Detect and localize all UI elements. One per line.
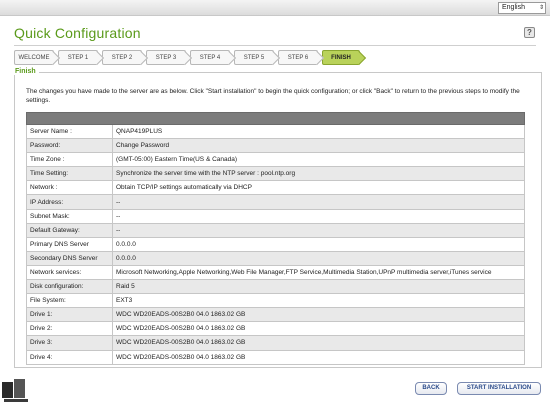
step-label: STEP 1	[67, 55, 89, 61]
back-button[interactable]: BACK	[415, 382, 447, 395]
table-row: Drive 1: WDC WD20EADS-00S2B0 04.0 1863.02…	[26, 307, 525, 323]
row-value: WDC WD20EADS-00S2B0 04.0 1863.02 GB	[112, 349, 525, 365]
row-label: Disk configuration:	[26, 279, 113, 295]
step-step-5[interactable]: STEP 5	[234, 50, 274, 65]
summary-table: Server Name : QNAP419PLUS Password: Change …	[26, 112, 525, 365]
step-step-6[interactable]: STEP 6	[278, 50, 318, 65]
row-label: Drive 2:	[26, 321, 113, 337]
row-value: QNAP419PLUS	[112, 123, 525, 140]
row-value: WDC WD20EADS-00S2B0 04.0 1863.02 GB	[112, 307, 525, 323]
row-label: Primary DNS Server	[26, 236, 113, 252]
row-label: Password:	[26, 138, 113, 154]
language-value: English	[502, 4, 525, 11]
intro-text: The changes you have made to the server …	[26, 88, 520, 104]
step-label: STEP 2	[111, 55, 133, 61]
table-row: Subnet Mask: --	[26, 208, 525, 224]
row-value: Microsoft Networking,Apple Networking,We…	[112, 264, 525, 281]
step-label: STEP 6	[287, 55, 309, 61]
row-label: Drive 4:	[26, 349, 113, 365]
row-value: WDC WD20EADS-00S2B0 04.0 1863.02 GB	[112, 335, 525, 351]
row-label: Time Zone :	[26, 152, 113, 168]
row-label: Drive 3:	[26, 335, 113, 351]
row-value: (GMT-05:00) Eastern Time(US & Canada)	[112, 152, 525, 168]
step-step-3[interactable]: STEP 3	[146, 50, 186, 65]
start-installation-button[interactable]: START INSTALLATION	[457, 382, 541, 395]
step-step-2[interactable]: STEP 2	[102, 50, 142, 65]
language-select[interactable]: English ⇕	[498, 2, 546, 14]
row-value: Synchronize the server time with the NTP…	[112, 166, 525, 182]
site-logo-icon	[2, 379, 28, 402]
help-icon[interactable]: ?	[524, 27, 535, 38]
table-row: Default Gateway: --	[26, 222, 525, 238]
row-label: IP Address:	[26, 194, 113, 210]
row-value: 0.0.0.0	[112, 250, 525, 266]
step-label: WELCOME	[18, 55, 50, 61]
table-row: File System: EXT3	[26, 293, 525, 309]
row-value: Change Password	[112, 138, 525, 154]
row-value: EXT3	[112, 293, 525, 309]
table-row: Secondary DNS Server 0.0.0.0	[26, 250, 525, 266]
divider	[14, 45, 536, 46]
row-label: Time Setting:	[26, 166, 113, 182]
step-welcome[interactable]: WELCOME	[14, 50, 54, 65]
step-label: STEP 3	[155, 55, 177, 61]
row-label: Network services:	[26, 264, 113, 281]
row-value: 0.0.0.0	[112, 236, 525, 252]
row-label: Server Name :	[26, 123, 113, 140]
table-row: Network : Obtain TCP/IP settings automati…	[26, 180, 525, 196]
step-step-4[interactable]: STEP 4	[190, 50, 230, 65]
table-row: Network services: Microsoft Networking,Ap…	[26, 264, 525, 281]
row-value: --	[112, 194, 525, 210]
row-value: WDC WD20EADS-00S2B0 04.0 1863.02 GB	[112, 321, 525, 337]
row-label: Default Gateway:	[26, 222, 113, 238]
row-label: Subnet Mask:	[26, 208, 113, 224]
row-value: Obtain TCP/IP settings automatically via…	[112, 180, 525, 196]
table-row: Time Setting: Synchronize the server time…	[26, 166, 525, 182]
step-step-1[interactable]: STEP 1	[58, 50, 98, 65]
row-value: --	[112, 208, 525, 224]
table-row: Drive 3: WDC WD20EADS-00S2B0 04.0 1863.02…	[26, 335, 525, 351]
row-value: Raid 5	[112, 279, 525, 295]
row-label: File System:	[26, 293, 113, 309]
row-label: Drive 1:	[26, 307, 113, 323]
step-label: FINISH	[331, 55, 351, 61]
top-bar: English ⇕	[0, 0, 550, 16]
step-breadcrumb: WELCOME STEP 1 STEP 2 STEP 3 STEP 4 STEP 5 STE…	[14, 50, 384, 65]
table-header-row	[26, 112, 525, 125]
table-row: Drive 2: WDC WD20EADS-00S2B0 04.0 1863.02…	[26, 321, 525, 337]
step-finish[interactable]: FINISH	[322, 50, 360, 65]
table-header-cell	[26, 112, 525, 125]
table-row: Server Name : QNAP419PLUS	[26, 123, 525, 140]
table-row: Password: Change Password	[26, 138, 525, 154]
table-row: Disk configuration: Raid 5	[26, 279, 525, 295]
page-title: Quick Configuration	[14, 25, 141, 41]
row-label: Secondary DNS Server	[26, 250, 113, 266]
step-label: STEP 5	[243, 55, 265, 61]
table-row: Time Zone : (GMT-05:00) Eastern Time(US &…	[26, 152, 525, 168]
panel-legend: Finish	[12, 68, 39, 75]
step-label: STEP 4	[199, 55, 221, 61]
row-value: --	[112, 222, 525, 238]
row-label: Network :	[26, 180, 113, 196]
updown-arrow-icon: ⇕	[538, 5, 544, 11]
table-row: Drive 4: WDC WD20EADS-00S2B0 04.0 1863.02…	[26, 349, 525, 365]
table-row: Primary DNS Server 0.0.0.0	[26, 236, 525, 252]
table-row: IP Address: --	[26, 194, 525, 210]
